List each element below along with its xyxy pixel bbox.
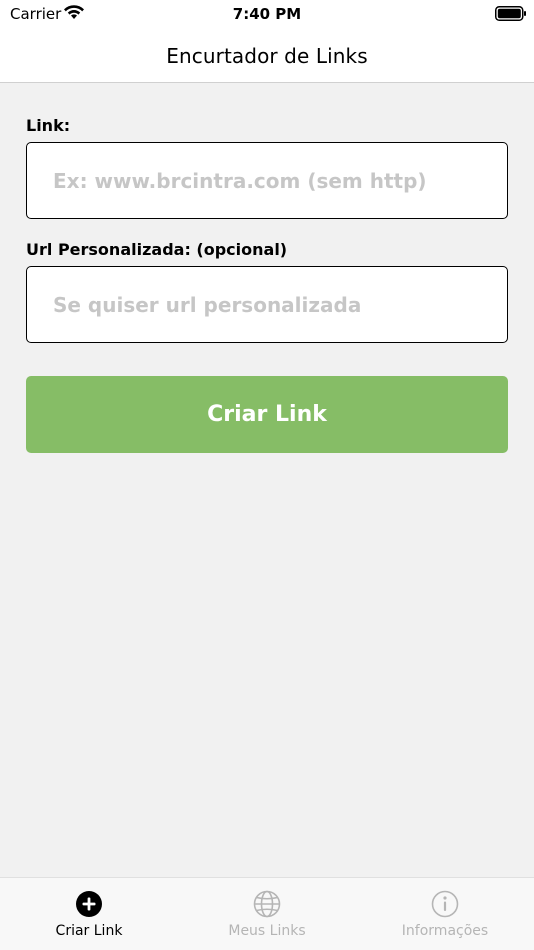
tab-label: Informações (401, 923, 489, 939)
navigation-bar: Encurtador de Links (0, 30, 534, 83)
tab-meus-links[interactable]: Meus Links (178, 878, 356, 950)
link-label: Link: (26, 116, 71, 135)
app-screen: Carrier 7:40 PM Encurtador de Links Link… (0, 0, 534, 950)
tab-bar: Criar Link Meus Links Informações (0, 877, 534, 950)
globe-icon (253, 890, 281, 918)
create-link-button-label: Criar Link (207, 402, 327, 427)
clock: 7:40 PM (232, 5, 302, 23)
page-title: Encurtador de Links (166, 44, 368, 68)
tab-informacoes[interactable]: Informações (356, 878, 534, 950)
plus-circle-icon (76, 891, 102, 917)
tab-label: Meus Links (228, 923, 306, 939)
battery-icon (495, 6, 526, 21)
custom-url-label: Url Personalizada: (opcional) (26, 240, 288, 259)
info-icon (431, 890, 459, 918)
create-link-button[interactable]: Criar Link (26, 376, 508, 453)
link-input[interactable] (26, 142, 508, 219)
tab-label: Criar Link (55, 923, 123, 939)
tab-criar-link[interactable]: Criar Link (0, 878, 178, 950)
status-bar: Carrier 7:40 PM (0, 0, 534, 30)
custom-url-input[interactable] (26, 266, 508, 343)
